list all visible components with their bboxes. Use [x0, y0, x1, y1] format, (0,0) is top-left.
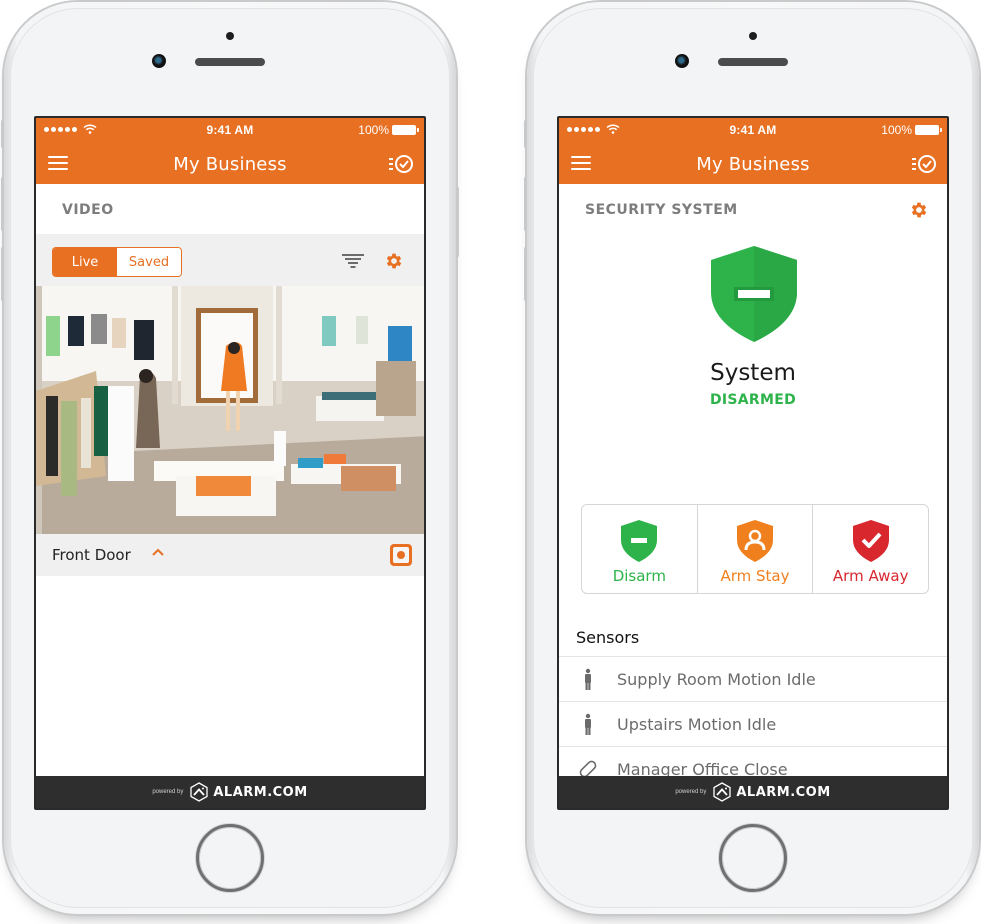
nav-bar: My Business	[36, 144, 424, 184]
brand-name: ALARM.COM	[736, 784, 831, 800]
earpiece-speaker	[718, 58, 788, 66]
chevron-up-icon[interactable]	[152, 548, 164, 556]
page-title: My Business	[696, 153, 810, 175]
battery-indicator: 100%	[358, 123, 419, 137]
front-camera	[152, 54, 166, 68]
task-checklist-icon[interactable]	[911, 153, 937, 175]
system-status-shield-icon	[711, 246, 797, 342]
phone-video: 9:41 AM 100% My Business VIDEO Live Save…	[1, 2, 459, 914]
system-state: DISARMED	[709, 392, 797, 408]
page-title: My Business	[173, 153, 287, 175]
arm-stay-label: Arm Stay	[720, 567, 790, 585]
camera-caption-bar: Front Door	[36, 534, 424, 576]
earpiece-speaker	[195, 58, 265, 66]
motion-person-icon	[585, 713, 591, 735]
menu-icon[interactable]	[48, 156, 68, 170]
arm-away-button[interactable]: Arm Away	[812, 505, 928, 593]
status-bar: 9:41 AM 100%	[36, 118, 424, 144]
camera-name: Front Door	[52, 546, 131, 564]
video-screen: 9:41 AM 100% My Business VIDEO Live Save…	[34, 116, 426, 810]
video-toolbar: Live Saved	[36, 234, 424, 286]
shield-minus-icon	[621, 520, 658, 562]
arm-stay-button[interactable]: Arm Stay	[696, 505, 813, 593]
powered-by-text: powered by	[675, 789, 707, 795]
arm-away-label: Arm Away	[832, 567, 909, 585]
alarm-com-logo-icon	[190, 782, 208, 802]
alarm-com-logo-icon	[713, 782, 731, 802]
system-label: System	[710, 360, 796, 386]
front-camera	[675, 54, 689, 68]
store-camera-image	[36, 286, 424, 534]
proximity-sensor	[749, 32, 757, 40]
sensor-name: Supply Room Motion Idle	[617, 669, 816, 689]
security-section-header: SECURITY SYSTEM	[559, 184, 947, 238]
volume-up-button	[524, 177, 527, 231]
battery-indicator: 100%	[881, 123, 942, 137]
settings-gear-icon[interactable]	[909, 200, 929, 220]
section-title: VIDEO	[62, 202, 114, 218]
powered-by-text: powered by	[152, 789, 184, 795]
sensors-heading: Sensors	[576, 628, 640, 647]
menu-icon[interactable]	[571, 156, 591, 170]
home-button[interactable]	[719, 824, 787, 892]
shield-check-icon	[852, 520, 889, 562]
power-button	[456, 187, 459, 257]
motion-person-icon	[585, 668, 591, 690]
task-checklist-icon[interactable]	[388, 153, 414, 175]
phone-security: 9:41 AM 100% My Business SECURITY SYSTEM	[524, 2, 981, 914]
home-button[interactable]	[196, 824, 264, 892]
security-content: SECURITY SYSTEM System DISARMED Disarm A…	[559, 184, 947, 808]
tab-live[interactable]: Live	[53, 248, 117, 276]
shield-person-icon	[737, 520, 773, 562]
tab-saved[interactable]: Saved	[117, 248, 181, 276]
disarm-button[interactable]: Disarm	[582, 505, 697, 593]
powered-by-footer: powered by ALARM.COM	[36, 776, 424, 808]
settings-gear-icon[interactable]	[384, 251, 404, 271]
volume-down-button	[1, 247, 4, 301]
live-video-feed[interactable]	[36, 286, 424, 534]
battery-percent: 100%	[358, 123, 389, 137]
filter-icon[interactable]	[342, 254, 364, 268]
volume-up-button	[1, 177, 4, 231]
battery-icon	[392, 125, 419, 135]
security-screen: 9:41 AM 100% My Business SECURITY SYSTEM	[557, 116, 949, 810]
battery-percent: 100%	[881, 123, 912, 137]
mute-switch	[1, 120, 4, 148]
mute-switch	[524, 120, 527, 148]
record-icon[interactable]	[390, 544, 412, 566]
video-section-header: VIDEO	[36, 184, 424, 234]
live-saved-toggle: Live Saved	[52, 247, 182, 277]
section-title: SECURITY SYSTEM	[585, 202, 738, 218]
arm-mode-buttons: Disarm Arm Stay Arm Away	[581, 504, 929, 594]
status-bar: 9:41 AM 100%	[559, 118, 947, 144]
sensor-name: Upstairs Motion Idle	[617, 714, 777, 734]
nav-bar: My Business	[559, 144, 947, 184]
disarm-label: Disarm	[612, 567, 666, 585]
volume-down-button	[524, 247, 527, 301]
powered-by-footer: powered by ALARM.COM	[559, 776, 947, 808]
brand-name: ALARM.COM	[213, 784, 308, 800]
sensor-list: Supply Room Motion Idle Upstairs Motion …	[559, 656, 947, 792]
sensor-row[interactable]: Upstairs Motion Idle	[559, 702, 947, 747]
sensor-row[interactable]: Supply Room Motion Idle	[559, 657, 947, 702]
proximity-sensor	[226, 32, 234, 40]
battery-icon	[915, 125, 942, 135]
